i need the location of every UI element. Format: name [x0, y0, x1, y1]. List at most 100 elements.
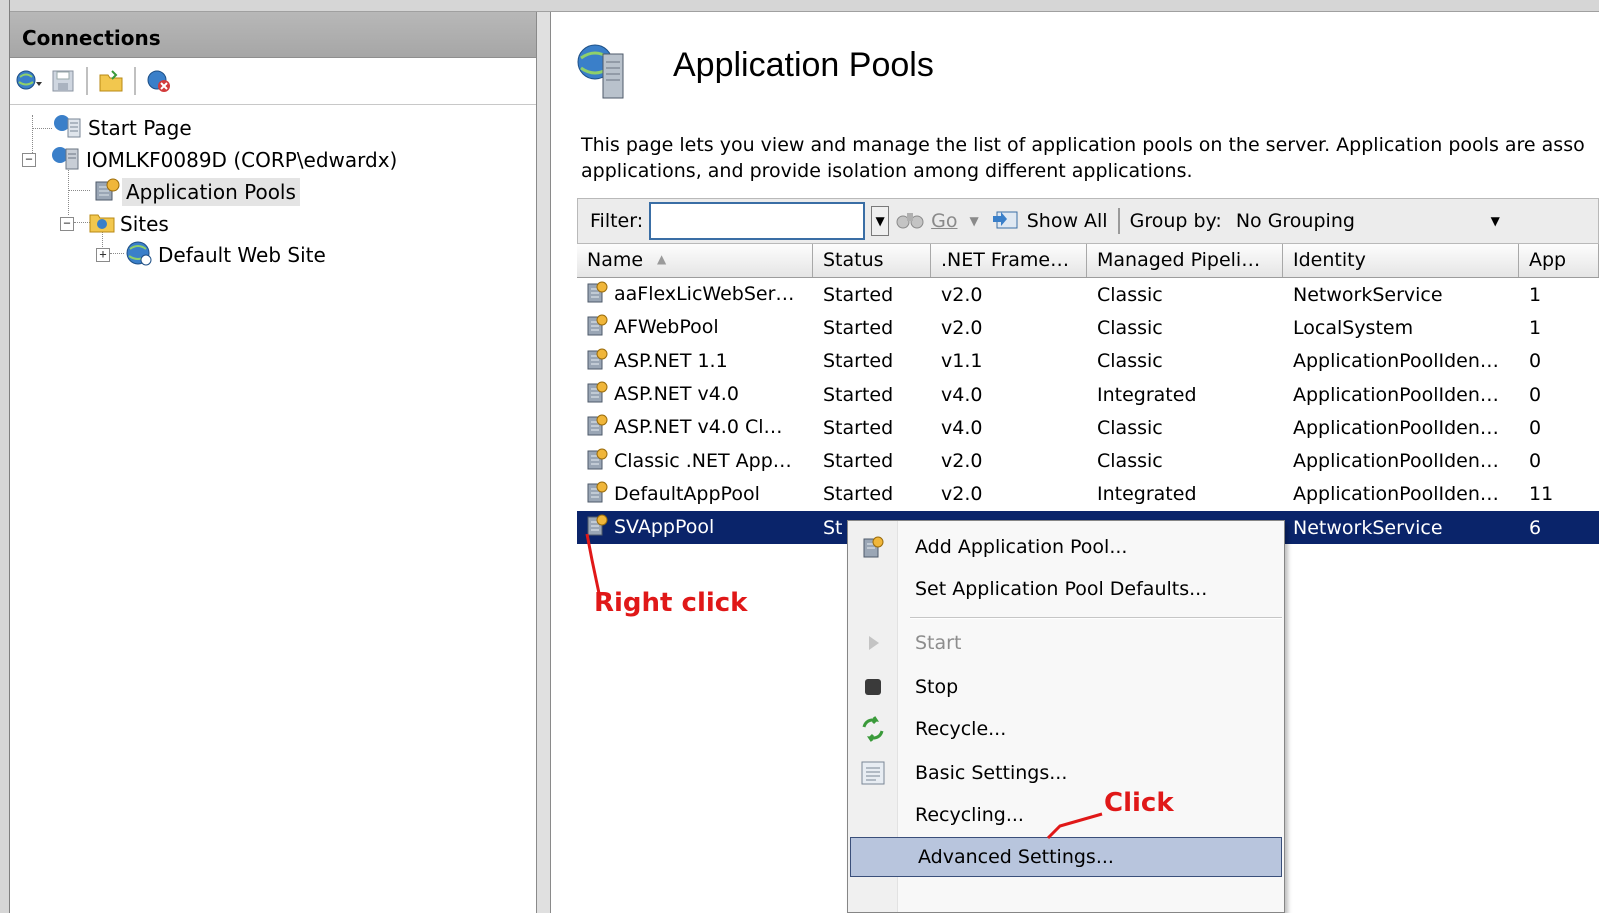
connections-header: Connections — [10, 12, 536, 58]
app-pool-icon — [583, 511, 611, 544]
cell-text: Classic — [1097, 350, 1163, 373]
table-cell: ApplicationPoolIden… — [1283, 483, 1519, 505]
table-cell: 0 — [1519, 450, 1599, 472]
app-pool-icon — [583, 311, 611, 344]
add-pool-icon — [848, 533, 898, 561]
cell-text: Started — [823, 483, 894, 506]
cell-text: v4.0 — [941, 416, 983, 439]
cell-text: ApplicationPoolIden… — [1293, 350, 1499, 373]
toolbar-separator — [86, 67, 88, 95]
column-header[interactable]: App — [1519, 244, 1599, 277]
tree-item-default-web-site[interactable]: + Default Web Site — [96, 240, 330, 270]
menu-item[interactable]: Advanced Settings... — [850, 837, 1282, 877]
table-cell: 11 — [1519, 483, 1599, 505]
menu-item[interactable]: Stop — [848, 667, 1284, 707]
page-title: Application Pools — [673, 46, 934, 84]
save-icon[interactable] — [48, 66, 78, 96]
tree-item-server[interactable]: − IOMLKF0089D (CORP\edwardx) — [22, 145, 401, 175]
table-row[interactable]: AFWebPool Started v2.0 Classic LocalSystem 1 — [577, 311, 1599, 344]
tree-item-sites[interactable]: − Sites — [60, 209, 173, 239]
chevron-down-icon: ▼ — [1490, 214, 1500, 228]
menu-item[interactable]: Set Application Pool Defaults... — [848, 569, 1284, 609]
menu-item-label: Add Application Pool... — [915, 536, 1128, 558]
table-cell: v4.0 — [931, 417, 1087, 439]
cell-text: v4.0 — [941, 383, 983, 406]
table-row[interactable]: ASP.NET v4.0 Cl… Started v4.0 Classic Applic… — [577, 411, 1599, 444]
table-row[interactable]: ASP.NET 1.1 Started v1.1 Classic Application… — [577, 345, 1599, 378]
menu-item-label: Set Application Pool Defaults... — [915, 578, 1208, 600]
filter-separator — [1117, 208, 1120, 234]
pane-splitter[interactable] — [537, 12, 551, 913]
column-header[interactable]: Status — [813, 244, 931, 277]
tree-item-app-pools[interactable]: Application Pools — [90, 177, 300, 207]
menu-separator — [910, 617, 1282, 619]
tree-item-start-page[interactable]: Start Page — [52, 113, 196, 143]
app-pool-icon — [583, 445, 611, 478]
table-cell: ASP.NET v4.0 — [577, 378, 813, 411]
menu-item-label: Start — [915, 632, 962, 654]
show-all-icon — [991, 206, 1021, 237]
menu-item[interactable]: Basic Settings... — [848, 753, 1284, 793]
table-cell: Started — [813, 284, 931, 306]
table-cell: Classic .NET App… — [577, 445, 813, 478]
table-cell: SVAppPool — [577, 511, 813, 544]
connections-toolbar — [10, 58, 536, 105]
start-page-icon — [52, 113, 84, 144]
cell-text: ApplicationPoolIden… — [1293, 483, 1499, 506]
connections-pane: Connections Start Page − IOMLKF0089D (CO… — [10, 12, 537, 913]
column-header[interactable]: .NET Frame… — [931, 244, 1087, 277]
column-header[interactable]: Name — [577, 244, 813, 277]
filter-dropdown-button[interactable]: ▼ — [871, 206, 890, 236]
table-row[interactable]: DefaultAppPool Started v2.0 Integrated Appli… — [577, 478, 1599, 511]
cell-text: 6 — [1529, 516, 1542, 539]
start-icon — [848, 633, 898, 653]
cell-text: LocalSystem — [1293, 316, 1414, 339]
open-folder-icon[interactable] — [96, 66, 126, 96]
table-row[interactable]: ASP.NET v4.0 Started v4.0 Integrated Applica… — [577, 378, 1599, 411]
table-cell: Classic — [1087, 284, 1283, 306]
table-cell: NetworkService — [1283, 284, 1519, 306]
cell-text: v2.0 — [941, 450, 983, 473]
table-cell: ASP.NET 1.1 — [577, 345, 813, 378]
go-dropdown-arrow-icon[interactable]: ▼ — [969, 214, 978, 228]
expand-toggle[interactable]: + — [96, 248, 110, 262]
connect-globe-icon[interactable] — [14, 66, 44, 96]
table-row[interactable]: aaFlexLicWebSer… Started v2.0 Classic Networ… — [577, 278, 1599, 311]
filter-input[interactable] — [649, 202, 866, 240]
menu-item[interactable]: Start — [848, 623, 1284, 663]
menu-item-label: Advanced Settings... — [918, 846, 1114, 868]
page-description: This page lets you view and manage the l… — [581, 132, 1585, 184]
collapse-toggle[interactable]: − — [60, 217, 74, 231]
table-cell: v1.1 — [931, 350, 1087, 372]
menu-item[interactable]: Recycle... — [848, 709, 1284, 749]
table-cell: 0 — [1519, 417, 1599, 439]
table-cell: v2.0 — [931, 317, 1087, 339]
tree-item-label: Start Page — [88, 116, 192, 140]
cell-text: ApplicationPoolIden… — [1293, 450, 1499, 473]
menu-item[interactable]: Add Application Pool... — [848, 527, 1284, 567]
table-row[interactable]: Classic .NET App… Started v2.0 Classic Appli… — [577, 444, 1599, 477]
description-line: applications, and provide isolation amon… — [581, 160, 1193, 182]
disconnect-icon[interactable] — [144, 66, 174, 96]
collapse-toggle[interactable]: − — [22, 153, 36, 167]
column-header[interactable]: Managed Pipeli… — [1087, 244, 1283, 277]
cell-text: Started — [823, 383, 894, 406]
app-pool-icon — [583, 278, 611, 311]
app-pool-icon — [583, 345, 611, 378]
cell-text: Started — [823, 316, 894, 339]
app-pool-icon — [583, 478, 611, 511]
cell-text: 0 — [1529, 383, 1542, 406]
cell-text: Integrated — [1097, 483, 1197, 506]
tree-item-label: IOMLKF0089D (CORP\edwardx) — [86, 148, 398, 172]
binoculars-icon[interactable] — [895, 207, 925, 236]
table-cell: ApplicationPoolIden… — [1283, 417, 1519, 439]
table-cell: Integrated — [1087, 483, 1283, 505]
cell-text: St — [823, 516, 843, 539]
show-all-button[interactable]: Show All — [1027, 210, 1108, 232]
group-by-select[interactable]: No Grouping ▼ — [1228, 204, 1500, 238]
table-cell: AFWebPool — [577, 311, 813, 344]
menu-item[interactable]: Recycling... — [848, 795, 1284, 835]
go-button[interactable]: Go — [931, 210, 957, 232]
cell-text: Started — [823, 416, 894, 439]
column-header[interactable]: Identity — [1283, 244, 1519, 277]
